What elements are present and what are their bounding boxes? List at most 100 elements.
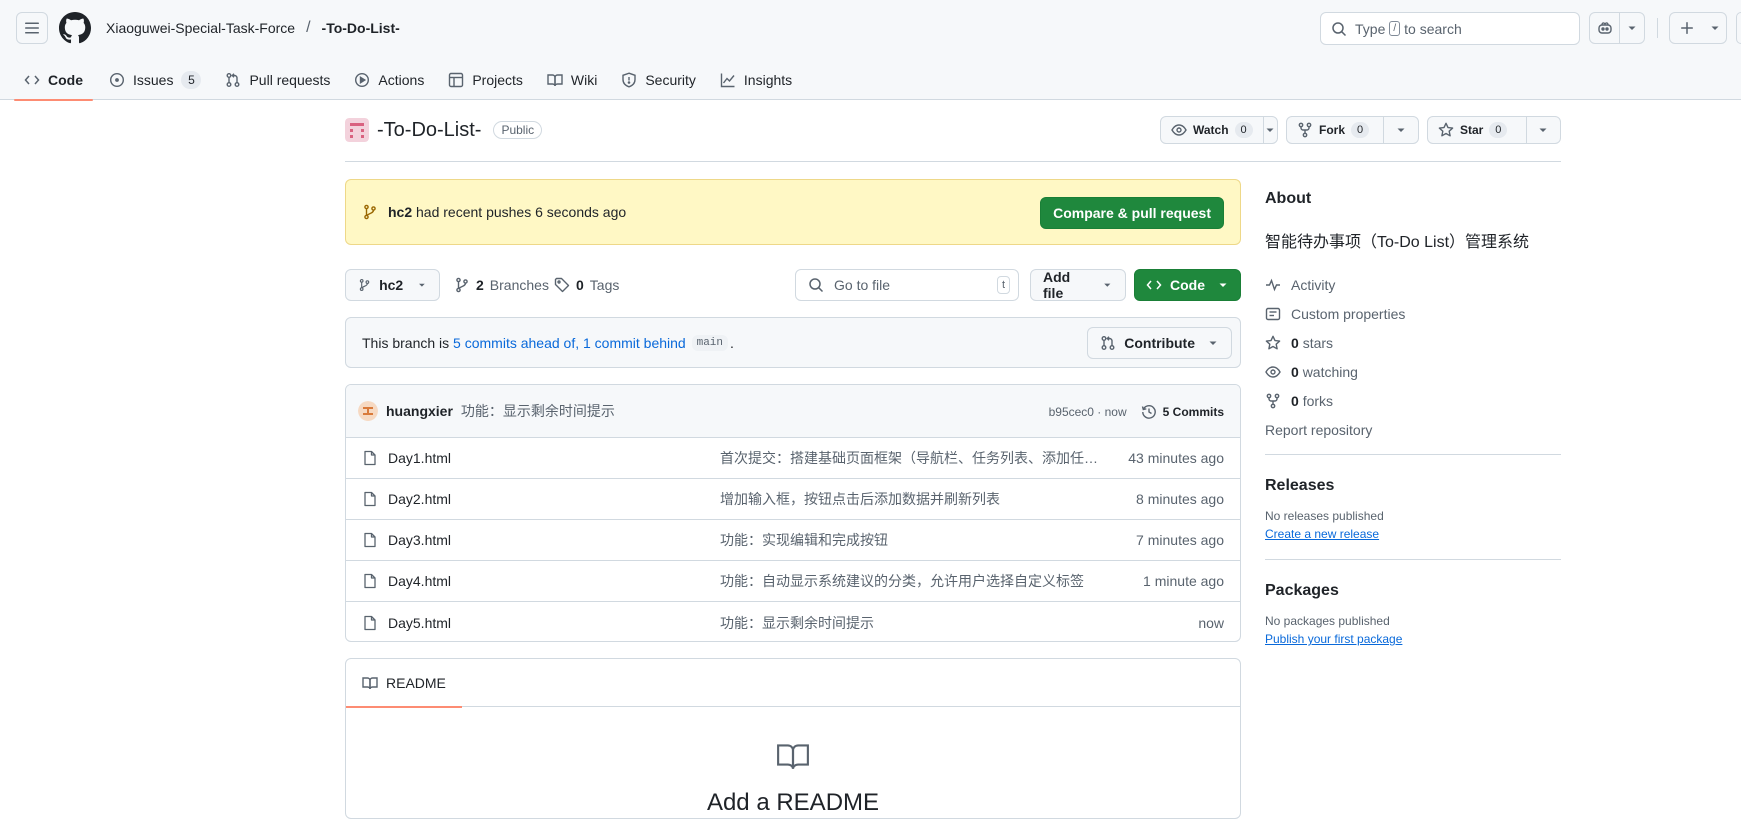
commit-message-link[interactable]: 功能：显示剩余时间提示 <box>461 401 615 421</box>
tab-code[interactable]: Code <box>14 60 93 101</box>
repo-name-link[interactable]: -To-Do-List- <box>377 119 481 142</box>
stars-link[interactable]: 0 stars <box>1265 328 1561 357</box>
watching-count: 0 <box>1291 363 1299 380</box>
issues-shortcut-button[interactable] <box>1736 12 1741 44</box>
compare-pull-request-button[interactable]: Compare & pull request <box>1040 197 1224 229</box>
search-prefix: Type <box>1355 20 1386 37</box>
forks-link[interactable]: 0 forks <box>1265 386 1561 415</box>
search-input[interactable]: Type / to search <box>1320 12 1580 45</box>
play-icon <box>355 72 370 88</box>
table-row[interactable]: Day3.html 功能：实现编辑和完成按钮 7 minutes ago <box>346 520 1240 561</box>
recent-push-banner: hc2 had recent pushes 6 seconds ago Comp… <box>345 179 1241 245</box>
watch-dropdown[interactable] <box>1264 117 1277 143</box>
file-name-link[interactable]: Day3.html <box>388 532 720 548</box>
tag-icon <box>554 277 570 293</box>
commit-author-link[interactable]: huangxier <box>386 403 453 419</box>
tags-link[interactable]: 0 Tags <box>554 269 619 301</box>
star-button[interactable]: Star 0 <box>1427 116 1561 144</box>
latest-commit-row: huangxier 功能：显示剩余时间提示 b95cec0 · now 5 Co… <box>346 385 1240 438</box>
fork-label: Fork <box>1319 123 1346 137</box>
custom-properties-link[interactable]: Custom properties <box>1265 299 1561 328</box>
activity-label: Activity <box>1291 276 1336 293</box>
breadcrumb-owner-link[interactable]: Xiaoguwei-Special-Task-Force <box>106 20 295 36</box>
note-icon <box>1265 307 1281 320</box>
file-commit-message[interactable]: 功能：显示剩余时间提示 <box>720 613 1100 633</box>
file-commit-message[interactable]: 增加输入框，按钮点击后添加数据并刷新列表 <box>720 489 1100 509</box>
current-branch-label: hc2 <box>379 277 404 293</box>
file-icon <box>364 532 376 548</box>
tab-readme[interactable]: README <box>346 659 462 708</box>
create-new-button[interactable] <box>1669 12 1727 44</box>
create-release-link[interactable]: Create a new release <box>1265 527 1379 541</box>
file-icon <box>364 491 376 507</box>
commit-sha-time[interactable]: b95cec0 · now <box>1049 405 1127 419</box>
search-icon <box>1332 21 1347 36</box>
git-pull-request-icon <box>226 73 240 87</box>
report-repository-link[interactable]: Report repository <box>1265 415 1561 444</box>
file-name-link[interactable]: Day2.html <box>388 491 720 507</box>
fork-button[interactable]: Fork 0 <box>1286 116 1419 144</box>
file-commit-message[interactable]: 首次提交：搭建基础页面框架（导航栏、任务列表、添加任务按钮） <box>720 448 1100 468</box>
github-logo-icon[interactable] <box>59 12 91 44</box>
chevron-down-icon <box>1209 341 1217 345</box>
publish-package-link[interactable]: Publish your first package <box>1265 632 1402 646</box>
chevron-down-icon <box>1711 26 1719 30</box>
code-icon <box>24 75 40 85</box>
search-icon <box>809 278 824 293</box>
shield-icon <box>622 72 637 88</box>
repo-forked-icon <box>1266 393 1280 408</box>
table-row[interactable]: Day5.html 功能：显示剩余时间提示 now <box>346 602 1240 641</box>
table-row[interactable]: Day1.html 首次提交：搭建基础页面框架（导航栏、任务列表、添加任务按钮）… <box>346 438 1240 479</box>
watch-button[interactable]: Watch 0 <box>1160 116 1278 144</box>
author-avatar[interactable] <box>358 401 378 421</box>
commits-behind-link[interactable]: 1 commit behind <box>583 335 686 351</box>
contribute-button[interactable]: Contribute <box>1087 327 1232 359</box>
tab-security[interactable]: Security <box>611 60 706 100</box>
star-icon <box>1438 122 1454 137</box>
star-dropdown[interactable] <box>1527 117 1560 143</box>
file-name-link[interactable]: Day1.html <box>388 450 720 466</box>
go-to-file-shortcut: t <box>996 276 1010 294</box>
hamburger-icon <box>25 22 39 34</box>
tab-issues[interactable]: Issues 5 <box>99 60 211 100</box>
go-to-file-input[interactable]: Go to file t <box>795 269 1019 301</box>
base-branch-pill: main <box>691 334 729 351</box>
table-row[interactable]: Day2.html 增加输入框，按钮点击后添加数据并刷新列表 8 minutes… <box>346 479 1240 520</box>
file-name-link[interactable]: Day4.html <box>388 573 720 589</box>
tab-pull-requests[interactable]: Pull requests <box>215 60 340 100</box>
copilot-icon <box>1598 22 1612 34</box>
search-suffix: to search <box>1404 20 1462 37</box>
file-commit-time: now <box>1198 614 1224 631</box>
tab-projects[interactable]: Projects <box>438 60 533 100</box>
code-dropdown-button[interactable]: Code <box>1134 269 1241 301</box>
tab-insights[interactable]: Insights <box>710 60 802 100</box>
table-row[interactable]: Day4.html 功能：自动显示系统建议的分类，允许用户选择自定义标签 1 m… <box>346 561 1240 602</box>
file-commit-time: 43 minutes ago <box>1128 450 1224 466</box>
activity-link[interactable]: Activity <box>1265 270 1561 299</box>
menu-button[interactable] <box>16 12 48 44</box>
file-icon <box>364 450 376 466</box>
commits-ahead-link[interactable]: 5 commits ahead of, <box>453 335 579 351</box>
eye-icon <box>1265 365 1281 378</box>
branch-status-box: This branch is 5 commits ahead of, 1 com… <box>345 317 1241 368</box>
commits-history-link[interactable]: 5 Commits <box>1141 404 1224 420</box>
tab-actions[interactable]: Actions <box>344 60 434 100</box>
branch-selector[interactable]: hc2 <box>345 269 440 301</box>
tab-wiki[interactable]: Wiki <box>537 60 607 100</box>
watch-label: Watch <box>1193 123 1229 137</box>
fork-dropdown[interactable] <box>1384 117 1418 143</box>
copilot-button[interactable] <box>1589 12 1645 44</box>
releases-heading[interactable]: Releases <box>1265 477 1561 495</box>
add-file-button[interactable]: Add file <box>1030 269 1126 301</box>
watching-link[interactable]: 0 watching <box>1265 357 1561 386</box>
stars-count: 0 <box>1291 334 1299 351</box>
packages-heading[interactable]: Packages <box>1265 582 1561 600</box>
pushed-branch-name[interactable]: hc2 <box>388 204 412 220</box>
file-commit-message[interactable]: 功能：自动显示系统建议的分类，允许用户选择自定义标签 <box>720 571 1100 591</box>
file-icon <box>364 615 376 630</box>
breadcrumb-repo-link[interactable]: -To-Do-List- <box>322 20 400 36</box>
file-commit-message[interactable]: 功能：实现编辑和完成按钮 <box>720 530 1100 550</box>
watching-label: watching <box>1302 363 1358 380</box>
file-name-link[interactable]: Day5.html <box>388 615 720 631</box>
branches-link[interactable]: 2 Branches <box>454 269 549 301</box>
